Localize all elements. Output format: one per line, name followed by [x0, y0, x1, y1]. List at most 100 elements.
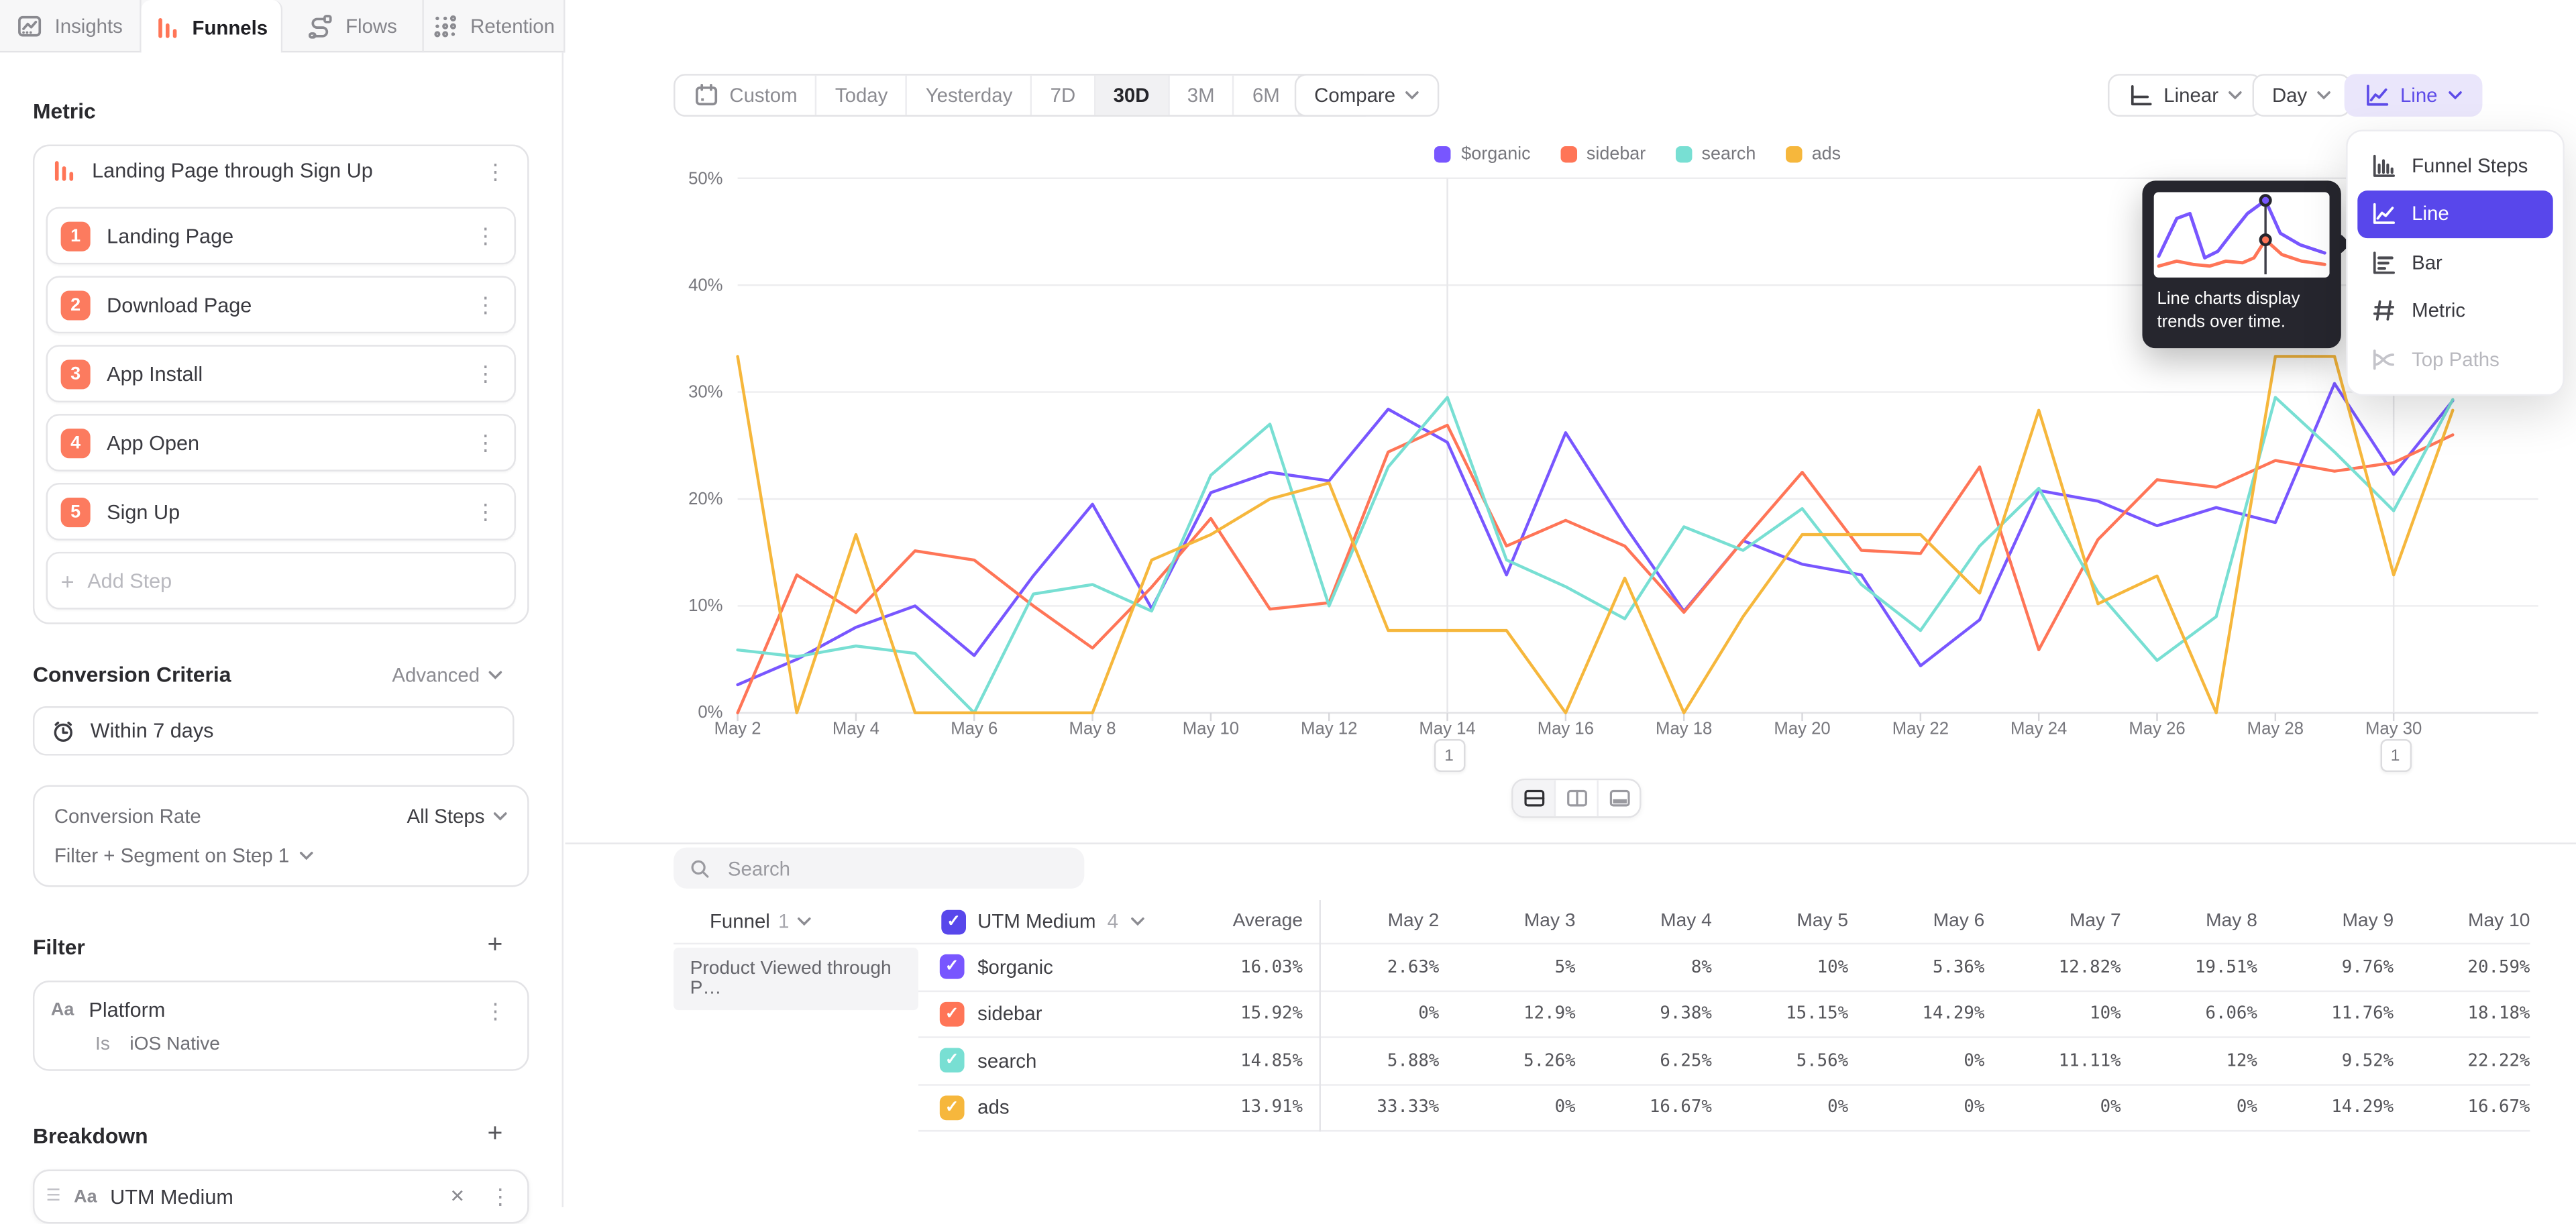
table-row-search[interactable]: ✓ search14.85%5.88%5.26%6.25%5.56%0%11.1… [918, 1038, 2530, 1085]
range-30d[interactable]: 30D [1095, 76, 1169, 115]
conversion-rate-dropdown[interactable]: All Steps [407, 805, 507, 828]
tooltip-text: Line charts display trends over time. [2154, 278, 2330, 337]
value-cell: 14.29% [1848, 1004, 1984, 1023]
tab-funnels[interactable]: Funnels [142, 0, 283, 54]
column-header-may-6[interactable]: May 6 [1848, 911, 1984, 931]
tab-insights[interactable]: Insights [0, 0, 142, 52]
table-row-ads[interactable]: ✓ ads13.91%33.33%0%16.67%0%0%0%0%14.29%1… [918, 1085, 2530, 1132]
plus-icon: + [61, 567, 74, 594]
chevron-down-icon [2447, 91, 2462, 101]
series-checkbox[interactable]: ✓ [940, 1048, 965, 1073]
layout-toggle-3[interactable] [1599, 780, 1640, 816]
remove-breakdown-icon[interactable]: ✕ [443, 1186, 472, 1207]
value-cell: 5.56% [1712, 1051, 1848, 1070]
metric-title: Landing Page through Sign Up [92, 160, 465, 182]
step-kebab-icon[interactable]: ⋮ [470, 363, 501, 384]
table-row-organic[interactable]: ✓ $organic16.03%2.63%5%8%10%5.36%12.82%1… [918, 944, 2530, 991]
search-input[interactable] [724, 855, 1069, 881]
scale-dropdown[interactable]: Linear [2108, 74, 2263, 117]
column-header-may-9[interactable]: May 9 [2257, 911, 2394, 931]
funnel-step-4[interactable]: 4 App Open ⋮ [46, 414, 516, 471]
column-header-may-3[interactable]: May 3 [1439, 911, 1575, 931]
metric-kebab-icon[interactable]: ⋮ [480, 160, 511, 182]
tab-flows[interactable]: Flows [282, 0, 424, 52]
funnel-step-2[interactable]: 2 Download Page ⋮ [46, 276, 516, 333]
value-cell: 6.25% [1576, 1051, 1712, 1070]
add-step-button[interactable]: + Add Step [46, 552, 516, 610]
column-header-may-5[interactable]: May 5 [1712, 911, 1848, 931]
column-header-may-10[interactable]: May 10 [2394, 911, 2530, 931]
breakdown-kebab-icon[interactable]: ⋮ [484, 1186, 516, 1207]
menu-item-line[interactable]: Line [2357, 190, 2553, 238]
range-3m[interactable]: 3M [1169, 76, 1234, 115]
tab-retention[interactable]: Retention [424, 0, 566, 52]
breakdown-column-header[interactable]: ✓ UTM Medium 4 [920, 909, 1166, 934]
breakdown-property[interactable]: UTM Medium [110, 1185, 430, 1208]
column-header-may-4[interactable]: May 4 [1576, 911, 1712, 931]
add-filter-button[interactable]: + [488, 932, 529, 961]
step-kebab-icon[interactable]: ⋮ [470, 225, 501, 247]
menu-item-metric[interactable]: Metric [2357, 286, 2553, 335]
filter-kebab-icon[interactable]: ⋮ [480, 999, 511, 1021]
linear-scale-icon [2127, 82, 2153, 108]
y-axis-label: 50% [637, 168, 722, 188]
value-cell: 0% [1712, 1098, 1848, 1117]
column-header-average[interactable]: Average [1167, 911, 1303, 931]
range-today[interactable]: Today [817, 76, 908, 115]
funnel-column-header[interactable]: Funnel 1 [674, 910, 920, 933]
filter-value[interactable]: iOS Native [129, 1035, 220, 1054]
flows-icon [308, 13, 334, 40]
series-checkbox[interactable]: ✓ [940, 1001, 965, 1026]
menu-item-bar[interactable]: Bar [2357, 238, 2553, 286]
funnel-step-1[interactable]: 1 Landing Page ⋮ [46, 207, 516, 265]
value-cell: 18.18% [2394, 1004, 2530, 1023]
funnel-step-3[interactable]: 3 App Install ⋮ [46, 345, 516, 402]
range-custom[interactable]: Custom [676, 76, 817, 115]
compare-button[interactable]: Compare [1295, 74, 1440, 117]
filter-segment-dropdown[interactable]: Filter + Segment on Step 1 [54, 836, 508, 876]
value-cell: 10% [1712, 957, 1848, 977]
range-yesterday[interactable]: Yesterday [908, 76, 1032, 115]
range-6m[interactable]: 6M [1234, 76, 1299, 115]
funnel-metric-icon [51, 158, 77, 184]
step-kebab-icon[interactable]: ⋮ [470, 432, 501, 453]
funnel-step-5[interactable]: 5 Sign Up ⋮ [46, 483, 516, 541]
annotation-badge[interactable]: 1 [2379, 739, 2411, 772]
add-breakdown-button[interactable]: + [488, 1120, 529, 1150]
report-tabs: InsightsFunnelsFlowsRetention [0, 0, 565, 52]
linear-scale-icon [2127, 82, 2153, 108]
funnel-name-cell[interactable]: Product Viewed through P… [674, 948, 918, 1010]
filter-property[interactable]: Platform [89, 999, 465, 1021]
value-cell: 5% [1439, 957, 1575, 977]
menu-item-funnel-steps[interactable]: Funnel Steps [2357, 142, 2553, 190]
table-row-sidebar[interactable]: ✓ sidebar15.92%0%12.9%9.38%15.15%14.29%1… [918, 991, 2530, 1038]
metric-icon [2371, 298, 2397, 324]
series-checkbox[interactable]: ✓ [940, 954, 965, 979]
annotation-badge[interactable]: 1 [1434, 739, 1465, 772]
chevron-down-icon [2317, 91, 2332, 101]
value-cell: 12% [2121, 1051, 2257, 1070]
column-header-may-8[interactable]: May 8 [2121, 911, 2257, 931]
granularity-dropdown[interactable]: Day [2253, 74, 2352, 117]
drag-handle-icon[interactable]: ☰ [46, 1188, 61, 1206]
funnels-icon [51, 158, 77, 184]
layout-toggle-2[interactable] [1556, 780, 1599, 816]
range-7d[interactable]: 7D [1032, 76, 1095, 115]
series-checkbox[interactable]: ✓ [940, 1095, 965, 1120]
step-kebab-icon[interactable]: ⋮ [470, 501, 501, 522]
filter-operator[interactable]: Is [95, 1035, 110, 1054]
select-all-checkbox[interactable]: ✓ [941, 909, 966, 934]
column-header-may-2[interactable]: May 2 [1303, 911, 1439, 931]
value-cell: 5.36% [1848, 957, 1984, 977]
step-kebab-icon[interactable]: ⋮ [470, 294, 501, 315]
x-axis-label: May 14 [1401, 720, 1493, 739]
column-header-may-7[interactable]: May 7 [1984, 911, 2121, 931]
x-axis-label: May 8 [1046, 720, 1138, 739]
conversion-window-button[interactable]: Within 7 days [33, 706, 515, 755]
chevron-down-icon [2229, 91, 2243, 101]
value-cell: 5.26% [1439, 1051, 1575, 1070]
value-cell: 0% [1303, 1004, 1439, 1023]
advanced-dropdown[interactable]: Advanced [392, 663, 529, 685]
chart-type-dropdown[interactable]: Line [2345, 74, 2482, 117]
layout-toggle-1[interactable] [1513, 780, 1556, 816]
